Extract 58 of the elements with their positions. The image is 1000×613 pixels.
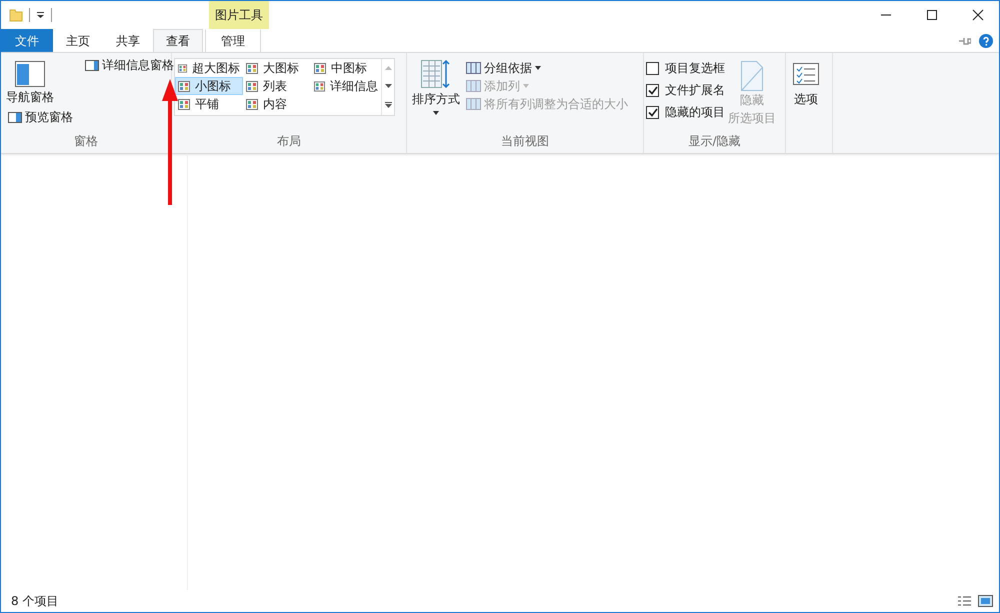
close-icon[interactable] — [972, 9, 984, 21]
view-icon — [314, 62, 326, 74]
sort-columns-icon — [421, 60, 451, 88]
layout-option[interactable]: 超大图标 — [175, 59, 243, 77]
pane-layout-icon — [15, 61, 45, 87]
page-icon — [741, 61, 763, 91]
ribbon-tab[interactable]: 共享 — [103, 29, 153, 52]
caret-icon — [523, 84, 529, 88]
contextual-tab-label: 图片工具 — [209, 1, 269, 29]
checkbox-option[interactable]: 项目复选框 — [646, 60, 725, 77]
view-icon — [314, 80, 325, 92]
sort-by-button[interactable]: 排序方式 — [409, 56, 463, 133]
pin-icon[interactable] — [959, 36, 971, 44]
caret-icon — [535, 66, 541, 70]
checkbox-option[interactable]: 文件扩展名 — [646, 82, 725, 99]
file-tab[interactable]: 文件 — [1, 29, 53, 52]
columns-icon — [466, 97, 481, 111]
maximize-icon[interactable] — [926, 9, 938, 21]
view-icon — [178, 80, 190, 92]
view-icon — [246, 80, 258, 92]
caret-icon — [433, 111, 439, 115]
layout-option[interactable]: 中图标 — [311, 59, 381, 77]
dropdown-icon[interactable] — [36, 11, 45, 19]
large-icons-view-icon[interactable] — [978, 595, 993, 607]
ribbon-tab[interactable]: 查看 — [153, 29, 203, 52]
group-title: 窗格 — [73, 133, 99, 150]
pane-icon — [8, 112, 22, 122]
checkbox[interactable] — [646, 84, 659, 97]
layout-option[interactable]: 内容 — [243, 95, 311, 113]
layout-option[interactable]: 平铺 — [175, 95, 243, 113]
checkbox-option[interactable]: 隐藏的项目 — [646, 104, 725, 121]
checkbox[interactable] — [646, 62, 659, 75]
layout-option[interactable]: 大图标 — [243, 59, 311, 77]
item-count: 8 个项目 — [11, 592, 58, 610]
checkbox[interactable] — [646, 106, 659, 119]
expand-gallery-icon[interactable] — [384, 102, 392, 108]
preview-pane-button[interactable]: 预览窗格 — [3, 108, 76, 126]
view-icon — [178, 98, 190, 110]
pane-icon — [85, 60, 99, 70]
navigation-pane-button[interactable]: 导航窗格 — [3, 56, 57, 107]
columns-icon — [466, 61, 481, 75]
details-view-icon[interactable] — [957, 595, 972, 607]
group-title: 当前视图 — [500, 133, 550, 150]
help-icon[interactable] — [979, 34, 993, 48]
view-icon — [178, 62, 187, 74]
checklist-icon — [793, 63, 819, 85]
group-title: 布局 — [276, 133, 302, 150]
ribbon-tab[interactable]: 主页 — [53, 29, 103, 52]
view-icon — [246, 62, 258, 74]
group-title: 显示/隐藏 — [687, 133, 742, 150]
options-button[interactable]: 选项 — [788, 56, 824, 133]
layout-option[interactable]: 小图标 — [175, 77, 243, 95]
columns-icon — [466, 79, 481, 93]
layout-option[interactable]: 列表 — [243, 77, 311, 95]
view-command[interactable]: 分组依据 — [463, 59, 544, 77]
view-icon — [246, 98, 258, 110]
layout-option[interactable]: 详细信息 — [311, 77, 381, 95]
scroll-down-icon[interactable] — [384, 84, 392, 88]
